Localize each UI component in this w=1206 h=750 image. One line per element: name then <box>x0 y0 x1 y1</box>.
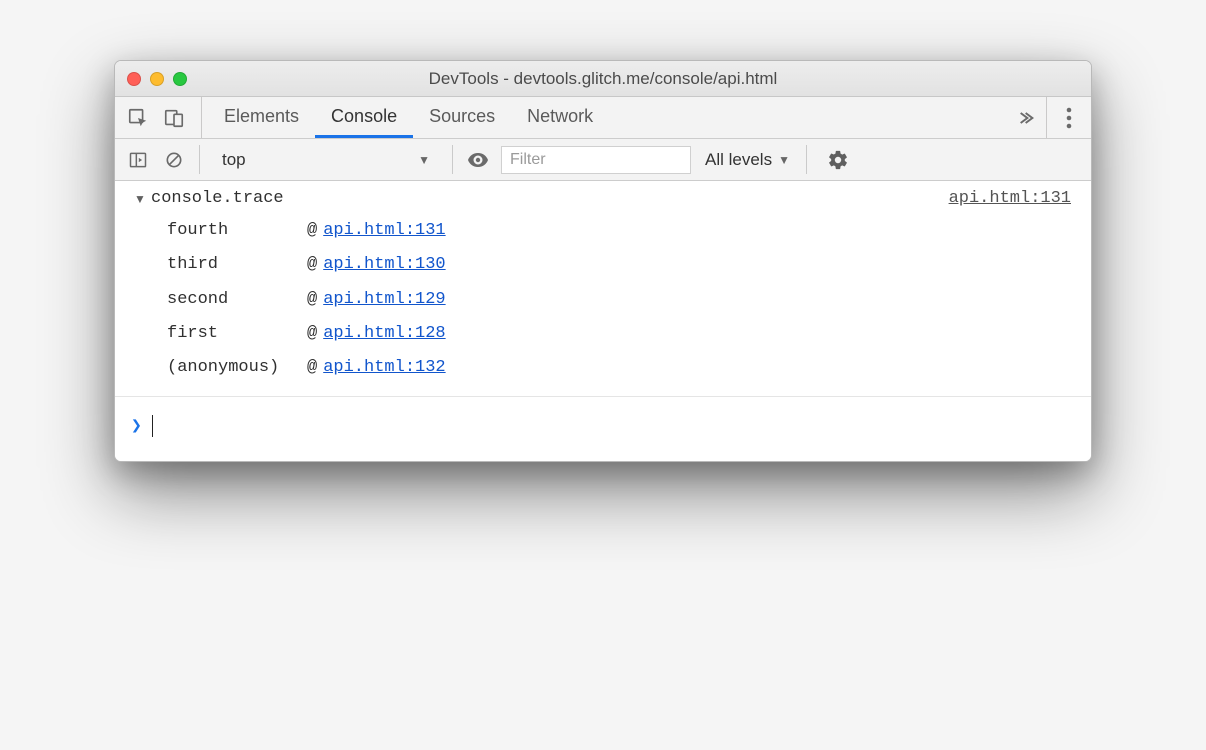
toolbar-separator <box>452 145 453 174</box>
log-levels-select[interactable]: All levels ▼ <box>701 150 794 170</box>
trace-link[interactable]: api.html:130 <box>323 248 445 282</box>
trace-row: first @ api.html:128 <box>167 317 1091 351</box>
trace-at: @ <box>307 351 317 385</box>
trace-at: @ <box>307 283 317 317</box>
window-title: DevTools - devtools.glitch.me/console/ap… <box>115 69 1091 89</box>
toggle-console-sidebar-icon[interactable] <box>125 147 151 173</box>
trace-fn: third <box>167 248 307 282</box>
trace-link[interactable]: api.html:132 <box>323 351 445 385</box>
prompt-caret-icon: ❯ <box>131 415 142 437</box>
console-settings-icon[interactable] <box>823 149 853 171</box>
filter-input[interactable] <box>501 146 691 174</box>
trace-source-link[interactable]: api.html:131 <box>949 189 1071 208</box>
execution-context-label: top <box>222 150 246 170</box>
trace-header-left: ▼ console.trace <box>133 189 284 208</box>
trace-fn: (anonymous) <box>167 351 307 385</box>
trace-row: second @ api.html:129 <box>167 283 1091 317</box>
window-titlebar: DevTools - devtools.glitch.me/console/ap… <box>115 61 1091 97</box>
tab-console[interactable]: Console <box>315 97 413 138</box>
clear-console-icon[interactable] <box>161 147 187 173</box>
trace-row: third @ api.html:130 <box>167 248 1091 282</box>
trace-row: (anonymous) @ api.html:132 <box>167 351 1091 385</box>
trace-fn: second <box>167 283 307 317</box>
chevron-down-icon: ▼ <box>418 153 430 167</box>
close-window-button[interactable] <box>127 72 141 86</box>
toolbar-left-icons <box>125 97 202 138</box>
trace-at: @ <box>307 317 317 351</box>
trace-fn: fourth <box>167 214 307 248</box>
zoom-window-button[interactable] <box>173 72 187 86</box>
customize-menu-icon[interactable] <box>1047 97 1091 138</box>
trace-row: fourth @ api.html:131 <box>167 214 1091 248</box>
trace-link[interactable]: api.html:128 <box>323 317 445 351</box>
devtools-window: DevTools - devtools.glitch.me/console/ap… <box>114 60 1092 462</box>
console-prompt[interactable]: ❯ <box>115 397 1091 455</box>
tab-elements[interactable]: Elements <box>208 97 315 138</box>
tab-network[interactable]: Network <box>511 97 609 138</box>
trace-stack: fourth @ api.html:131 third @ api.html:1… <box>115 210 1091 397</box>
trace-link[interactable]: api.html:131 <box>323 214 445 248</box>
trace-header: ▼ console.trace api.html:131 <box>115 187 1091 210</box>
device-toolbar-icon[interactable] <box>161 105 187 131</box>
main-toolbar: Elements Console Sources Network <box>115 97 1091 139</box>
toolbar-separator <box>806 145 807 174</box>
console-output: ▼ console.trace api.html:131 fourth @ ap… <box>115 181 1091 461</box>
console-toolbar: top ▼ All levels ▼ <box>115 139 1091 181</box>
trace-fn: first <box>167 317 307 351</box>
disclosure-triangle-icon[interactable]: ▼ <box>133 192 147 206</box>
trace-at: @ <box>307 248 317 282</box>
traffic-lights <box>127 72 187 86</box>
text-cursor <box>152 415 154 437</box>
toolbar-separator <box>199 145 200 174</box>
trace-label: console.trace <box>151 189 284 208</box>
trace-link[interactable]: api.html:129 <box>323 283 445 317</box>
chevron-down-icon: ▼ <box>778 153 790 167</box>
trace-at: @ <box>307 214 317 248</box>
execution-context-select[interactable]: top ▼ <box>212 146 440 174</box>
minimize-window-button[interactable] <box>150 72 164 86</box>
log-levels-label: All levels <box>705 150 772 170</box>
panel-tabs: Elements Console Sources Network <box>202 97 1002 138</box>
more-tabs-icon[interactable] <box>1002 97 1047 138</box>
live-expression-icon[interactable] <box>465 147 491 173</box>
inspect-element-icon[interactable] <box>125 105 151 131</box>
tab-sources[interactable]: Sources <box>413 97 511 138</box>
